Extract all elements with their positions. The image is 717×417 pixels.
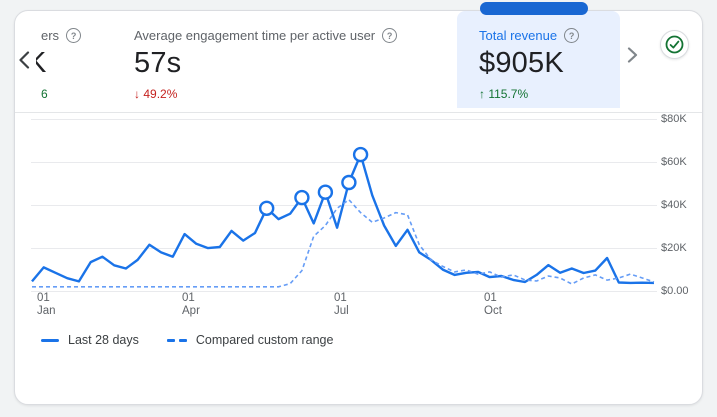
- check-circle-icon: [665, 35, 684, 54]
- selected-metric-tab-indicator: [480, 2, 588, 15]
- gridline: [31, 162, 657, 163]
- y-axis-label: $80K: [661, 113, 687, 125]
- y-axis-label: $0.00: [661, 285, 689, 297]
- checkmark-status-button[interactable]: [660, 30, 689, 59]
- help-icon[interactable]: ?: [382, 28, 398, 43]
- y-axis-label: $40K: [661, 199, 687, 211]
- header-divider: [15, 112, 702, 113]
- metric-value: 57s: [134, 47, 182, 79]
- gridline: [31, 205, 657, 206]
- metric-change-fragment: 6: [41, 87, 48, 101]
- legend-label-compared-range: Compared custom range: [195, 333, 334, 347]
- metric-title: Total revenue: [479, 28, 558, 43]
- y-axis-label: $60K: [661, 156, 687, 168]
- x-axis-label: 01 Apr: [182, 292, 200, 317]
- trend-up-arrow-icon: ↑: [479, 87, 485, 101]
- help-icon[interactable]: ?: [564, 28, 580, 43]
- metric-value: $905K: [479, 47, 564, 79]
- trend-down-arrow-icon: ↓: [134, 87, 140, 101]
- x-axis-label: 01 Oct: [484, 292, 502, 317]
- scroll-left-button[interactable]: [13, 48, 35, 72]
- chart-legend: Last 28 days Compared custom range: [41, 333, 333, 347]
- chevron-left-icon: [19, 51, 30, 69]
- gridline: [31, 119, 657, 120]
- page-background: { "colors": { "accent": "#1a73e8", "comp…: [0, 0, 717, 417]
- scroll-right-button[interactable]: [621, 43, 643, 67]
- metric-card-engagement-time[interactable]: Average engagement time per active user …: [134, 11, 454, 108]
- metric-title: Average engagement time per active user: [134, 28, 376, 43]
- x-axis-label: 01 Jan: [37, 292, 56, 317]
- help-icon[interactable]: ?: [66, 28, 82, 43]
- legend-dashed-line-icon: [166, 338, 187, 342]
- legend-label-current-range: Last 28 days: [68, 333, 139, 347]
- metrics-overview-card: ers ? K 6 Average engagement time per ac…: [14, 10, 703, 405]
- gridline: [31, 248, 657, 249]
- metric-change: 49.2%: [143, 87, 178, 101]
- metric-change: 115.7%: [488, 87, 529, 101]
- x-axis-label: 01 Jul: [334, 292, 349, 317]
- metric-title-fragment: ers: [41, 28, 60, 43]
- chevron-right-icon: [627, 47, 637, 63]
- metric-card-total-revenue[interactable]: Total revenue ? $905K ↑ 115.7%: [479, 11, 619, 108]
- y-axis-label: $20K: [661, 242, 687, 254]
- legend-solid-line-icon: [41, 338, 59, 342]
